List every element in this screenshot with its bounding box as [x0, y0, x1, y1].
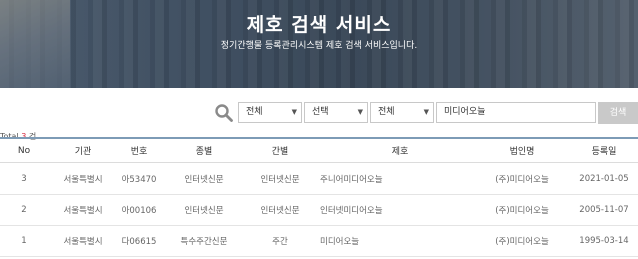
- cell-num: 아53470: [121, 175, 157, 185]
- hero-banner: 제호 검색 서비스 정기간행물 등록관리시스템 제호 검색 서비스입니다.: [0, 0, 638, 88]
- cell-corp: (주)미디어오늘: [495, 206, 549, 216]
- cell-type: 인터넷신문: [184, 206, 224, 216]
- cell-title[interactable]: 미디어오늘: [320, 226, 470, 256]
- header-org: 기관: [74, 147, 92, 157]
- cell-no: 2: [21, 205, 27, 215]
- field-select-value: 전체: [378, 107, 395, 117]
- cell-corp: (주)미디어오늘: [495, 175, 549, 185]
- header-issue: 간별: [271, 147, 289, 157]
- cell-issue: 인터넷신문: [260, 206, 300, 216]
- search-button[interactable]: 검색: [598, 102, 638, 124]
- header-corp: 법인명: [509, 147, 535, 157]
- table-row[interactable]: 2 서울특별시 아00106 인터넷신문 인터넷신문 인터넷미디어오늘 (주)미…: [0, 195, 638, 226]
- cell-type: 인터넷신문: [184, 175, 224, 185]
- header-date: 등록일: [591, 147, 617, 157]
- search-input[interactable]: 미디어오늘: [436, 102, 596, 123]
- org-select-value: 전체: [246, 107, 263, 117]
- cell-corp: (주)미디어오늘: [495, 237, 549, 247]
- table-header: No 기관 번호 종별 간별 제호 법인명 등록일: [0, 137, 638, 163]
- cell-issue: 주간: [272, 237, 288, 247]
- org-select[interactable]: 전체 ▼: [238, 102, 302, 123]
- header-no: No: [17, 145, 31, 156]
- header-title: 제호: [391, 147, 409, 157]
- cell-no: 3: [21, 174, 27, 184]
- cell-title[interactable]: 주니어미디어오늘: [320, 164, 470, 194]
- cell-org: 서울특별시: [63, 237, 103, 247]
- cell-date: 2005-11-07: [579, 205, 629, 215]
- cell-title[interactable]: 인터넷미디어오늘: [320, 195, 470, 225]
- cell-date: 1995-03-14: [579, 236, 629, 246]
- page-title: 제호 검색 서비스: [246, 14, 392, 36]
- header-num: 번호: [130, 147, 148, 157]
- type-select-value: 선택: [312, 107, 329, 117]
- chevron-down-icon: ▼: [423, 108, 429, 116]
- page-subtitle: 정기간행물 등록관리시스템 제호 검색 서비스입니다.: [220, 41, 418, 51]
- cell-issue: 인터넷신문: [260, 175, 300, 185]
- table-row[interactable]: 1 서울특별시 다06615 특수주간신문 주간 미디어오늘 (주)미디어오늘 …: [0, 226, 638, 257]
- cell-org: 서울특별시: [63, 206, 103, 216]
- type-select[interactable]: 선택 ▼: [304, 102, 368, 123]
- field-select[interactable]: 전체 ▼: [370, 102, 434, 123]
- cell-no: 1: [21, 236, 27, 246]
- cell-type: 특수주간신문: [180, 237, 228, 247]
- chevron-down-icon: ▼: [291, 108, 297, 116]
- search-bar: 전체 ▼ 선택 ▼ 전체 ▼ 미디어오늘 검색: [0, 102, 638, 124]
- cell-num: 다06615: [121, 237, 157, 247]
- cell-date: 2021-01-05: [579, 174, 629, 184]
- cell-org: 서울특별시: [63, 175, 103, 185]
- table-row[interactable]: 3 서울특별시 아53470 인터넷신문 인터넷신문 주니어미디어오늘 (주)미…: [0, 164, 638, 195]
- search-icon: [215, 104, 233, 122]
- header-type: 종별: [195, 147, 213, 157]
- cell-num: 아00106: [121, 206, 157, 216]
- chevron-down-icon: ▼: [357, 108, 363, 116]
